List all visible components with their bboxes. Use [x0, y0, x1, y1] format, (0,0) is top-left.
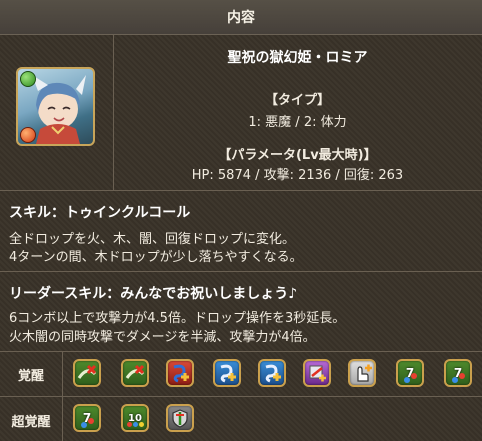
- jammer-resist-plus-icon[interactable]: [303, 359, 331, 387]
- seven-combo-icon[interactable]: 7: [73, 404, 101, 432]
- extend-time-plus-icon[interactable]: [348, 359, 376, 387]
- guard-break-icon[interactable]: [166, 404, 194, 432]
- skill-boost-plus-icon[interactable]: [213, 359, 241, 387]
- sub-attribute-fire-icon: [20, 127, 36, 143]
- header-title: 内容: [227, 10, 255, 26]
- row-divider: [0, 271, 482, 272]
- row-divider: [0, 351, 482, 352]
- awakenings-label: 覚醒: [17, 369, 44, 384]
- skill-description-line2: 4ターンの間、木ドロップが少し落ちやすくなる。: [9, 250, 303, 265]
- type-heading: 【タイプ】: [264, 93, 330, 108]
- bind-resist-icon[interactable]: [73, 359, 101, 387]
- row-divider: [0, 190, 482, 191]
- type-value: 1: 悪魔 / 2: 体力: [248, 115, 347, 130]
- bind-resist-icon[interactable]: [121, 359, 149, 387]
- leader-skill-description-line2: 火木闇の同時攻撃でダメージを半減、攻撃力が4倍。: [9, 330, 316, 345]
- super-awakenings-label: 超覚醒: [11, 415, 51, 430]
- monster-portrait[interactable]: [16, 67, 95, 146]
- skill-description-line1: 全ドロップを火、木、闇、回復ドロップに変化。: [9, 232, 296, 247]
- row-divider: [0, 396, 482, 397]
- seven-combo-icon[interactable]: 7: [396, 359, 424, 387]
- skill-boost-plus-icon[interactable]: [166, 359, 194, 387]
- leader-skill-title: リーダースキル：みんなでお祝いしましょう♪: [9, 286, 298, 302]
- column-divider: [62, 351, 63, 441]
- skill-boost-plus-icon[interactable]: [258, 359, 286, 387]
- ten-combo-icon[interactable]: 10: [121, 404, 149, 432]
- parameter-heading: 【パラメータ(Lv最大時)】: [218, 148, 377, 163]
- parameter-value: HP: 5874 / 攻撃: 2136 / 回復: 263: [191, 168, 404, 183]
- seven-combo-icon[interactable]: 7: [444, 359, 472, 387]
- main-attribute-wood-icon: [20, 71, 36, 87]
- panel-header: 内容: [0, 0, 482, 35]
- skill-title: スキル：トゥインクルコール: [9, 205, 191, 221]
- monster-info-panel: 内容 聖祝の獄幻姫・ロミア 【タイプ】 1: 悪魔 / 2: 体力 【パラメータ…: [0, 0, 482, 441]
- monster-name: 聖祝の獄幻姫・ロミア: [227, 50, 368, 66]
- leader-skill-description-line1: 6コンボ以上で攻撃力が4.5倍。ドロップ操作を3秒延長。: [9, 311, 346, 326]
